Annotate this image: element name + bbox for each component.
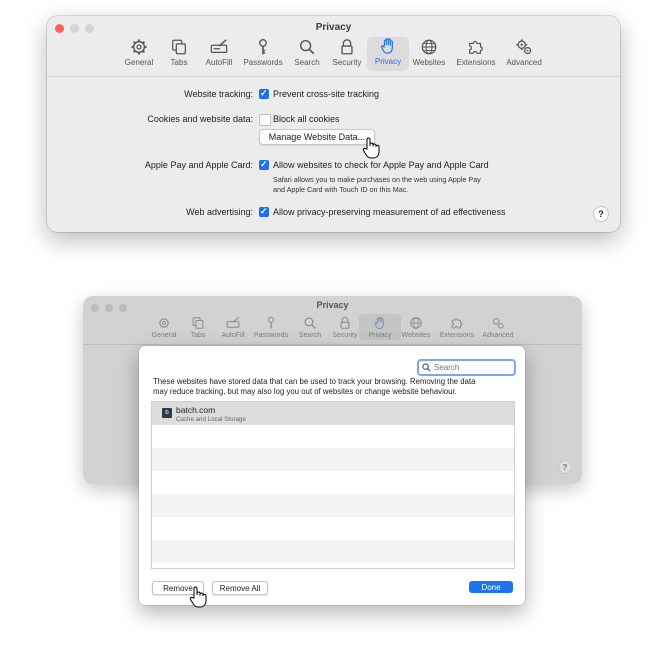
sheet-description: These websites have stored data that can… <box>153 377 513 397</box>
tab-passwords-dimmed-label: Passwords <box>253 332 289 339</box>
gear-icon <box>131 39 147 55</box>
web-advertising-label: Web advertising: <box>186 207 253 217</box>
hand-pointer-cursor-icon <box>362 137 380 159</box>
gear-icon <box>159 318 169 328</box>
prevent-tracking-text: Prevent cross-site tracking <box>273 89 380 99</box>
window-toolbar: Privacy General Tabs AutoFill Passwords … <box>47 16 620 77</box>
done-button[interactable]: Done <box>469 581 513 593</box>
window-title: Privacy <box>315 22 352 33</box>
window-title-dimmed: Privacy <box>316 300 349 310</box>
list-item[interactable]: b batch.com Cache and Local Storage <box>152 402 514 425</box>
search-input[interactable] <box>434 361 508 374</box>
empty-row <box>152 517 514 540</box>
search-field[interactable] <box>417 359 516 376</box>
tab-search[interactable]: Search <box>286 38 328 67</box>
apple-pay-text: Allow websites to check for Apple Pay an… <box>273 160 489 170</box>
window-toolbar-dimmed: Privacy General Tabs AutoFill Passwords … <box>83 296 582 345</box>
apple-pay-note-line2: and Apple Card with Touch ID on this Mac… <box>273 185 409 194</box>
prevent-tracking-checkbox[interactable] <box>259 88 269 99</box>
puzzle-icon <box>469 41 483 54</box>
autofill-icon <box>210 39 228 54</box>
tab-extensions[interactable]: Extensions <box>455 38 497 67</box>
tab-general[interactable]: General <box>118 38 160 67</box>
tab-autofill-label: AutoFill <box>205 58 233 67</box>
tab-tabs-dimmed-label: Tabs <box>190 332 206 339</box>
site-favicon-icon: b <box>162 408 172 418</box>
sheet-description-line1: These websites have stored data that can… <box>153 377 476 386</box>
magnifier-icon <box>299 39 315 55</box>
gears-icon <box>492 317 504 329</box>
tab-passwords[interactable]: Passwords <box>242 38 284 67</box>
tab-security-label: Security <box>332 58 362 67</box>
hand-icon <box>380 38 393 54</box>
tab-passwords-label: Passwords <box>243 58 283 67</box>
globe-icon <box>421 39 437 55</box>
magnifier-icon <box>304 317 316 329</box>
apple-pay-note-line1: Safari allows you to make purchases on t… <box>273 175 481 184</box>
gears-icon <box>516 39 532 55</box>
search-icon <box>422 363 431 372</box>
manage-website-data-button[interactable]: Manage Website Data... <box>259 129 375 145</box>
tab-websites-label: Websites <box>412 58 446 67</box>
tab-search-label: Search <box>294 58 320 67</box>
tabs-icon <box>172 39 186 55</box>
tab-search-dimmed-label: Search <box>298 332 322 339</box>
website-data-list: b batch.com Cache and Local Storage <box>151 401 515 569</box>
tab-tabs-label: Tabs <box>170 58 188 67</box>
privacy-settings-window: Privacy General Tabs AutoFill Passwords … <box>47 16 620 232</box>
tab-security-dimmed-label: Security <box>332 332 358 339</box>
autofill-icon <box>226 316 240 328</box>
sheet-description-line2: may reduce tracking, but may also log yo… <box>153 387 457 396</box>
tab-extensions-dimmed-label: Extensions <box>439 332 475 339</box>
tab-general-label: General <box>124 58 154 67</box>
lock-icon <box>341 39 353 55</box>
tab-autofill-dimmed: AutoFill <box>212 316 254 339</box>
empty-row <box>152 540 514 563</box>
tab-tabs[interactable]: Tabs <box>158 38 200 67</box>
tab-privacy[interactable]: Privacy <box>367 37 409 71</box>
apple-pay-label: Apple Pay and Apple Card: <box>144 160 253 170</box>
help-button-dimmed: ? <box>558 460 572 474</box>
ad-measurement-checkbox[interactable] <box>259 206 269 217</box>
block-cookies-checkbox[interactable] <box>259 114 271 126</box>
tab-autofill-dimmed-label: AutoFill <box>221 332 245 339</box>
help-button[interactable]: ? <box>593 206 609 222</box>
tab-extensions-dimmed: Extensions <box>436 316 478 339</box>
lock-icon <box>340 316 350 329</box>
empty-row <box>152 425 514 448</box>
manage-website-data-sheet: These websites have stored data that can… <box>139 346 525 605</box>
remove-all-button[interactable]: Remove All <box>212 581 268 595</box>
tab-privacy-label: Privacy <box>374 57 402 66</box>
hand-icon <box>374 316 384 330</box>
empty-row <box>152 494 514 517</box>
tab-security[interactable]: Security <box>326 38 368 67</box>
hand-pointer-cursor-icon <box>189 586 207 608</box>
website-tracking-label: Website tracking: <box>184 89 253 99</box>
puzzle-icon <box>451 318 463 329</box>
key-icon <box>267 316 275 329</box>
empty-row <box>152 448 514 471</box>
tab-advanced-label: Advanced <box>506 58 542 67</box>
tabs-icon <box>192 317 204 329</box>
site-data-type: Cache and Local Storage <box>176 416 246 423</box>
empty-row <box>152 471 514 494</box>
cookies-label: Cookies and website data: <box>147 114 253 124</box>
tab-autofill[interactable]: AutoFill <box>198 38 240 67</box>
tab-advanced-dimmed: Advanced <box>477 316 519 339</box>
tab-websites-dimmed-label: Websites <box>401 332 431 339</box>
ad-measurement-text: Allow privacy-preserving measurement of … <box>273 207 506 217</box>
site-name: batch.com <box>176 405 216 415</box>
tab-advanced-dimmed-label: Advanced <box>482 332 514 339</box>
tab-extensions-label: Extensions <box>456 58 496 67</box>
tab-websites[interactable]: Websites <box>408 38 450 67</box>
tab-general-dimmed-label: General <box>151 332 177 339</box>
apple-pay-checkbox[interactable] <box>259 159 269 170</box>
tab-passwords-dimmed: Passwords <box>250 316 292 339</box>
tab-advanced[interactable]: Advanced <box>503 38 545 67</box>
tab-websites-dimmed: Websites <box>395 316 437 339</box>
tab-privacy-dimmed-label: Privacy <box>368 332 392 339</box>
key-icon <box>259 39 267 55</box>
globe-icon <box>410 317 422 329</box>
block-cookies-text: Block all cookies <box>273 114 340 124</box>
